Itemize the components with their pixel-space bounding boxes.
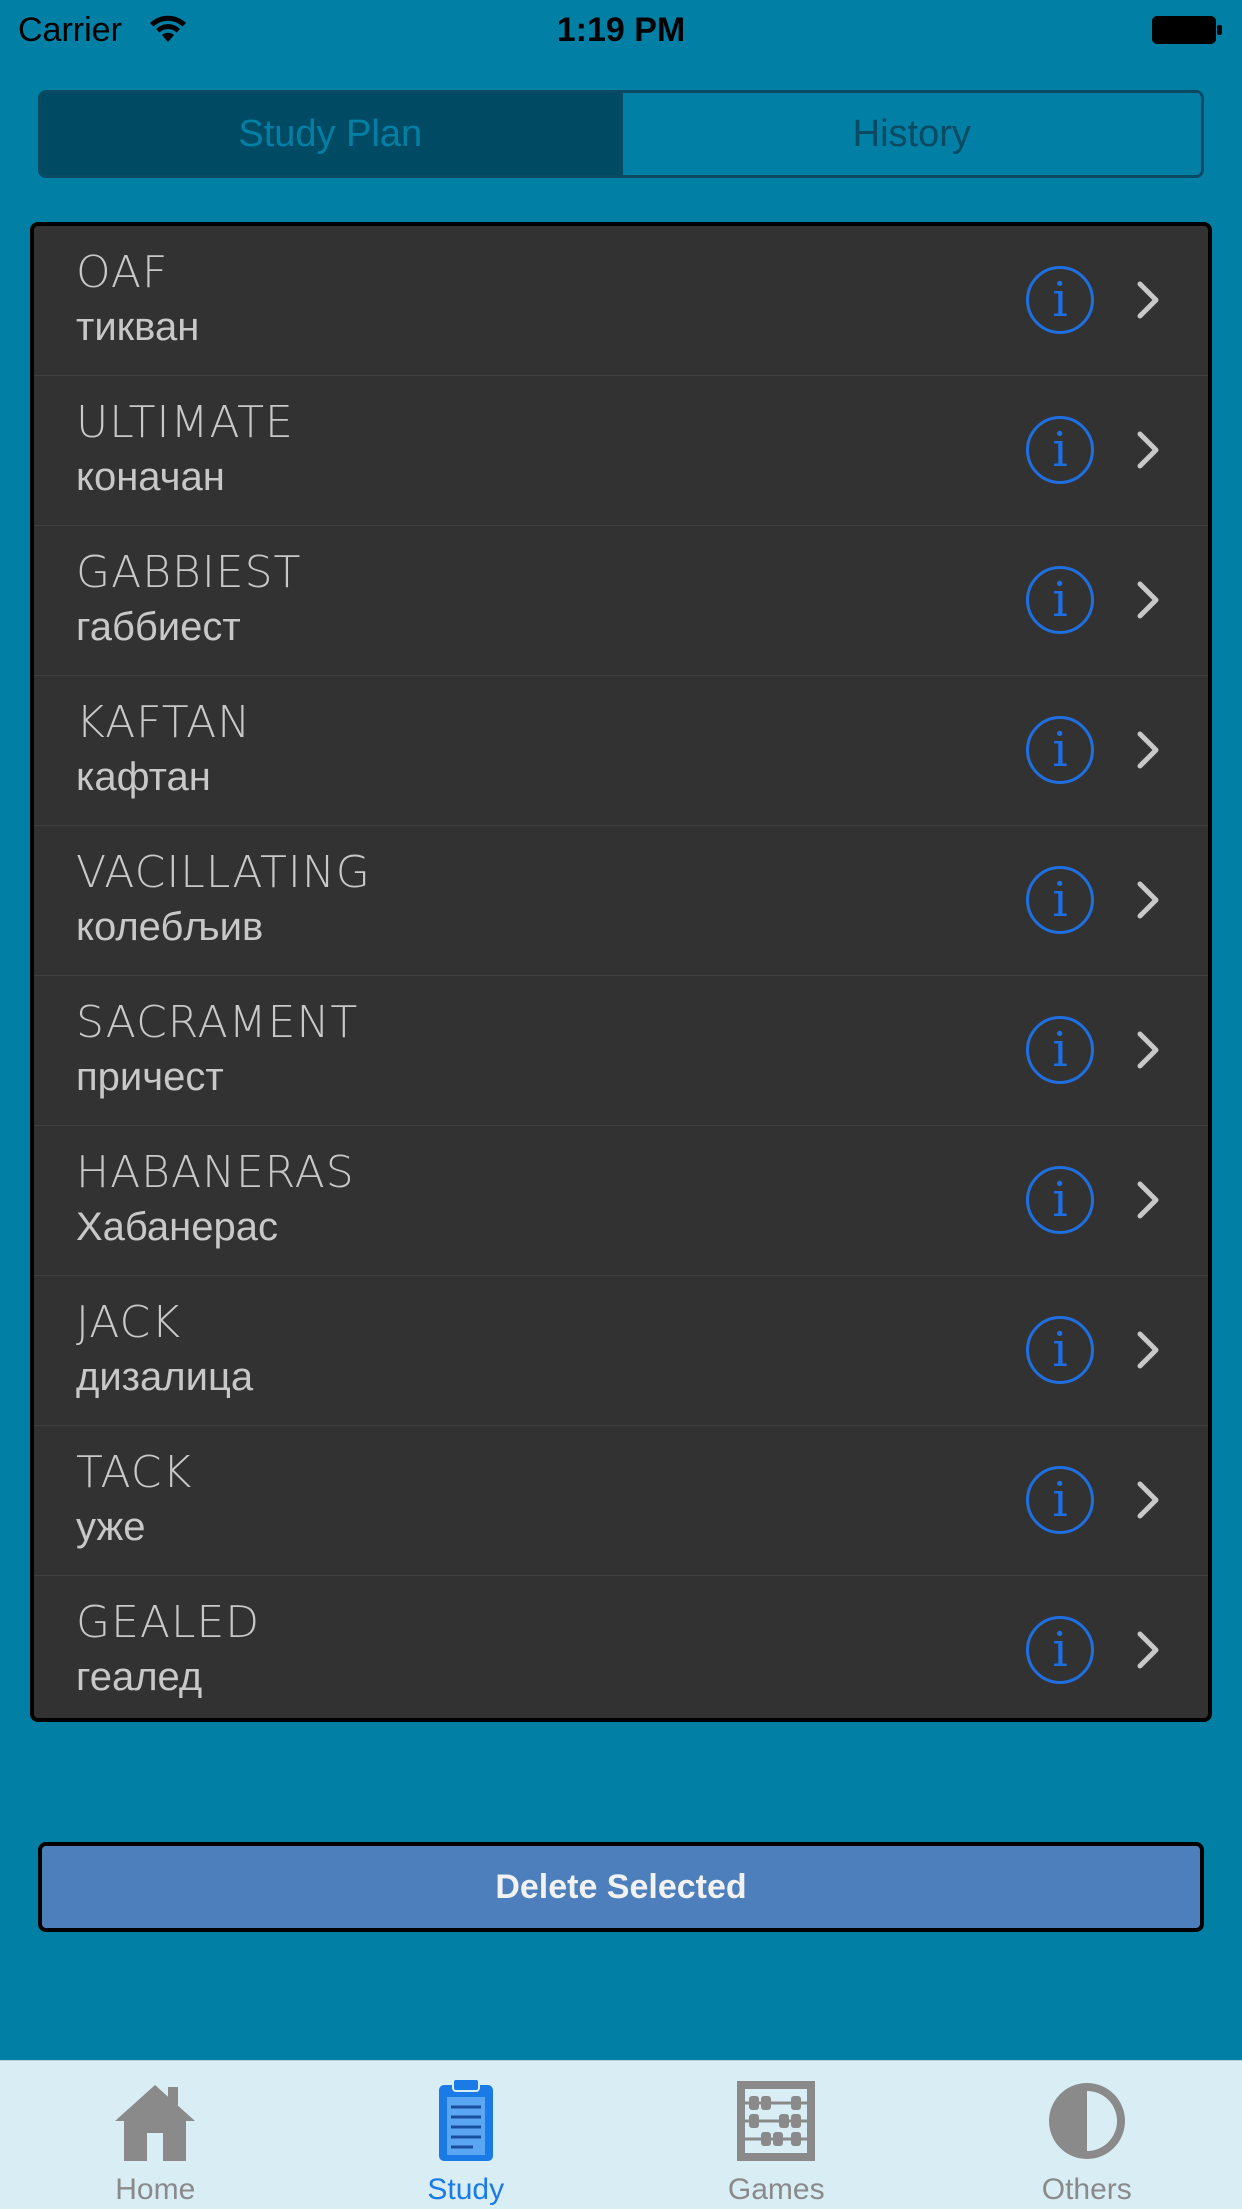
word-translation: геалед: [76, 1652, 202, 1702]
word-translation: коначан: [76, 452, 225, 502]
chevron-right-icon: [1124, 576, 1172, 624]
chevron-right-icon: [1124, 1176, 1172, 1224]
info-icon[interactable]: i: [1026, 1166, 1094, 1234]
abacus-icon: [731, 2075, 821, 2165]
info-icon[interactable]: i: [1026, 416, 1094, 484]
tab-study-label: Study: [311, 2173, 622, 2207]
word-term: TACK: [76, 1446, 192, 1500]
chevron-right-icon: [1124, 876, 1172, 924]
battery-icon: [1152, 16, 1222, 44]
info-icon[interactable]: i: [1026, 1466, 1094, 1534]
chevron-right-icon: [1124, 1476, 1172, 1524]
tab-study-plan[interactable]: Study Plan: [41, 93, 620, 175]
word-term: KAFTAN: [76, 696, 251, 750]
word-row[interactable]: GABBIEST габбиест i: [34, 526, 1208, 676]
word-term: GEALED: [76, 1596, 260, 1650]
word-row[interactable]: GEALED геалед i: [34, 1576, 1208, 1722]
tab-bar: Home Study: [0, 2060, 1242, 2209]
word-term: JACK: [76, 1296, 181, 1350]
word-translation: кафтан: [76, 752, 211, 802]
word-term: SACRAMENT: [76, 996, 358, 1050]
word-row[interactable]: SACRAMENT причест i: [34, 976, 1208, 1126]
word-term: OAF: [76, 246, 168, 300]
word-translation: габбиест: [76, 602, 241, 652]
info-icon[interactable]: i: [1026, 1016, 1094, 1084]
chevron-right-icon: [1124, 1626, 1172, 1674]
word-translation: колебљив: [76, 902, 263, 952]
info-icon[interactable]: i: [1026, 866, 1094, 934]
word-row[interactable]: OAF тикван i: [34, 226, 1208, 376]
word-row[interactable]: ULTIMATE коначан i: [34, 376, 1208, 526]
word-term: VACILLATING: [76, 846, 371, 900]
word-translation: Хабанерас: [76, 1202, 278, 1252]
tab-others-label: Others: [932, 2173, 1242, 2207]
chevron-right-icon: [1124, 276, 1172, 324]
tab-home[interactable]: Home: [0, 2061, 311, 2209]
status-bar: Carrier 1:19 PM: [0, 0, 1242, 60]
word-list: OAF тикван i ULTIMATE коначан i GABBIEST…: [30, 222, 1212, 1722]
word-row[interactable]: KAFTAN кафтан i: [34, 676, 1208, 826]
word-term: GABBIEST: [76, 546, 301, 600]
half-circle-icon: [1042, 2075, 1132, 2165]
info-icon[interactable]: i: [1026, 266, 1094, 334]
tab-games[interactable]: Games: [621, 2061, 932, 2209]
tab-games-label: Games: [621, 2173, 932, 2207]
word-translation: тикван: [76, 302, 199, 352]
clipboard-icon: [421, 2075, 511, 2165]
status-time: 1:19 PM: [0, 10, 1242, 50]
word-row[interactable]: JACK дизалица i: [34, 1276, 1208, 1426]
study-history-segmented-control: Study Plan History: [38, 90, 1204, 178]
word-row[interactable]: TACK уже i: [34, 1426, 1208, 1576]
delete-selected-button[interactable]: Delete Selected: [38, 1842, 1204, 1932]
chevron-right-icon: [1124, 1026, 1172, 1074]
info-icon[interactable]: i: [1026, 1616, 1094, 1684]
word-term: HABANERAS: [76, 1146, 355, 1200]
info-icon[interactable]: i: [1026, 716, 1094, 784]
tab-home-label: Home: [0, 2173, 311, 2207]
tab-others[interactable]: Others: [932, 2061, 1242, 2209]
info-icon[interactable]: i: [1026, 1316, 1094, 1384]
word-row[interactable]: HABANERAS Хабанерас i: [34, 1126, 1208, 1276]
tab-study[interactable]: Study: [311, 2061, 622, 2209]
word-translation: причест: [76, 1052, 224, 1102]
word-translation: дизалица: [76, 1352, 253, 1402]
word-term: ULTIMATE: [76, 396, 294, 450]
tab-history[interactable]: History: [620, 93, 1202, 175]
chevron-right-icon: [1124, 1326, 1172, 1374]
chevron-right-icon: [1124, 426, 1172, 474]
word-row[interactable]: VACILLATING колебљив i: [34, 826, 1208, 976]
home-icon: [110, 2075, 200, 2165]
chevron-right-icon: [1124, 726, 1172, 774]
info-icon[interactable]: i: [1026, 566, 1094, 634]
word-translation: уже: [76, 1502, 145, 1552]
